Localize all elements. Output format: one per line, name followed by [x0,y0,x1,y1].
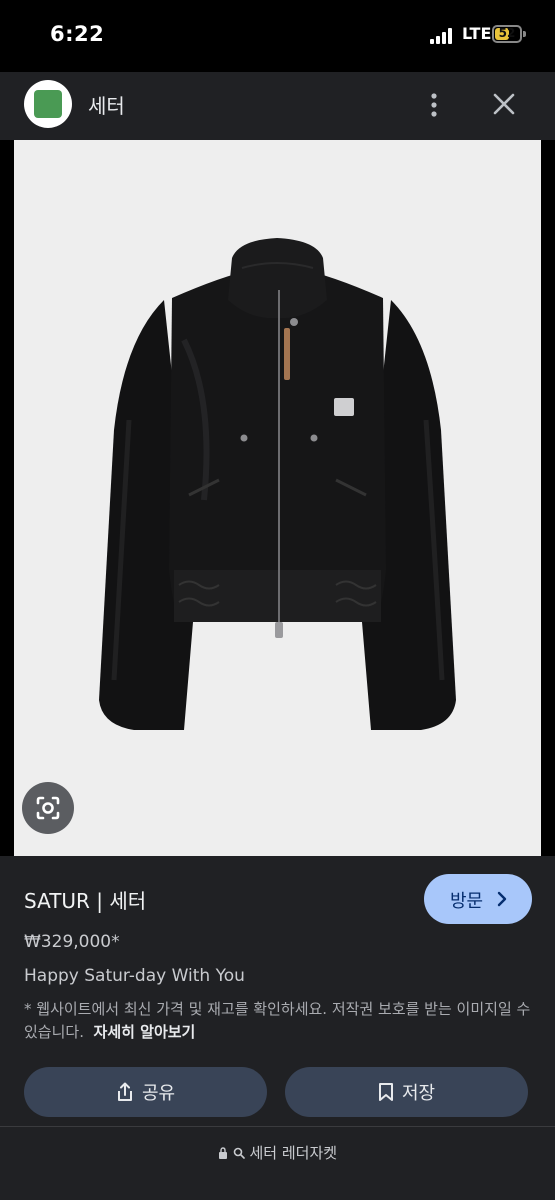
disclaimer: * 웹사이트에서 최신 가격 및 재고를 확인하세요. 저작권 보호를 받는 이… [24,998,534,1044]
visit-button[interactable]: 방문 [424,874,532,924]
lens-icon [36,796,60,820]
signal-icon [430,28,452,44]
search-icon [233,1147,245,1159]
share-icon [117,1082,132,1101]
save-button[interactable]: 저장 [285,1067,528,1117]
network-label: LTE [462,24,492,43]
share-button[interactable]: 공유 [24,1067,267,1117]
viewer-header [0,72,555,140]
product-price: ₩329,000* [24,932,120,952]
battery-icon: 52 [492,25,522,43]
site-icon-image [34,90,62,118]
product-description: Happy Satur-day With You [24,966,245,986]
share-label: 공유 [141,1083,176,1104]
product-image[interactable] [14,140,541,856]
battery-tip [523,31,526,37]
product-title[interactable]: SATUR | 세터 [24,885,146,914]
search-query-bar[interactable]: 세터 레더자켓 [0,1142,555,1163]
status-time: 6:22 [50,22,105,46]
lens-button[interactable] [22,782,74,834]
more-vert-icon[interactable] [422,88,446,122]
jacket-image [99,238,456,730]
learn-more-link[interactable]: 자세히 알아보기 [94,1023,196,1041]
close-icon[interactable] [488,88,520,120]
battery-percent: 52 [498,26,516,40]
visit-label: 방문 [450,891,484,912]
lock-icon [218,1147,227,1159]
divider [0,1126,555,1127]
chevron-right-icon [497,891,507,907]
save-label: 저장 [401,1083,436,1104]
search-query-text: 세터 레더자켓 [249,1144,338,1162]
bookmark-icon [378,1083,393,1101]
site-icon[interactable] [24,80,72,128]
site-name[interactable]: 세터 [88,90,125,119]
